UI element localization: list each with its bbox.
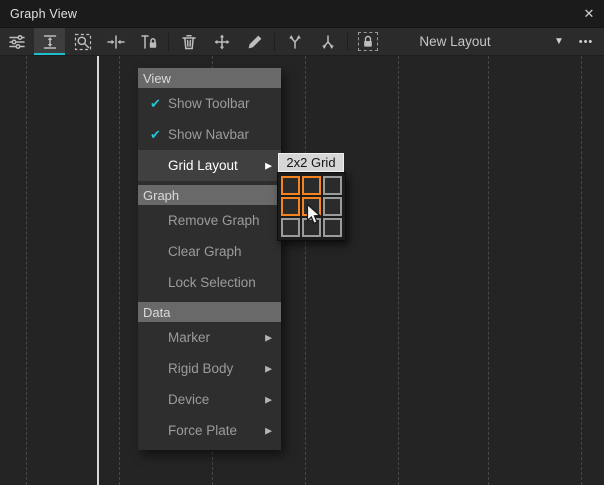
- menu-item-label: Lock Selection: [168, 275, 256, 290]
- toolbar-separator: [168, 33, 169, 51]
- dashed-gridline: [488, 56, 489, 485]
- menu-item-label: Force Plate: [168, 423, 237, 438]
- time-axis-line: [97, 56, 99, 485]
- grid-cell-1x2[interactable]: [302, 176, 321, 195]
- menu-item-force-plate[interactable]: Force Plate ▶: [138, 415, 281, 446]
- window-title: Graph View: [0, 7, 77, 21]
- check-icon: ✔: [150, 96, 161, 112]
- menu-item-show-navbar[interactable]: ✔ Show Navbar: [138, 119, 281, 150]
- menu-item-marker[interactable]: Marker ▶: [138, 322, 281, 353]
- menu-item-show-toolbar[interactable]: ✔ Show Toolbar: [138, 88, 281, 119]
- dashed-gridline: [305, 56, 306, 485]
- menu-item-remove-graph[interactable]: Remove Graph: [138, 205, 281, 236]
- sliders-icon[interactable]: [1, 28, 32, 55]
- menu-item-label: Show Toolbar: [168, 96, 250, 111]
- fit-width-icon[interactable]: [100, 28, 131, 55]
- grid-cell-2x1[interactable]: [281, 197, 300, 216]
- submenu-arrow-icon: ▶: [265, 160, 272, 171]
- fit-height-icon[interactable]: [34, 28, 65, 55]
- trash-icon[interactable]: [173, 28, 204, 55]
- zoom-selection-icon[interactable]: [67, 28, 98, 55]
- submenu-arrow-icon: ▶: [265, 425, 272, 436]
- menu-section-header-data: Data: [138, 302, 281, 322]
- menu-item-lock-selection[interactable]: Lock Selection: [138, 267, 281, 298]
- menu-item-label: Show Navbar: [168, 127, 249, 142]
- submenu-arrow-icon: ▶: [265, 332, 272, 343]
- grid-cell-2x3[interactable]: [323, 197, 342, 216]
- menu-item-label: Device: [168, 392, 209, 407]
- dashed-gridline: [119, 56, 120, 485]
- graph-view-window: Graph View ✕: [0, 0, 604, 485]
- menu-item-label: Rigid Body: [168, 361, 233, 376]
- grid-cell-3x1[interactable]: [281, 218, 300, 237]
- title-bar: Graph View ✕: [0, 0, 604, 28]
- graph-canvas[interactable]: [0, 56, 604, 485]
- grid-size-tooltip: 2x2 Grid: [278, 153, 344, 172]
- dashed-gridline: [26, 56, 27, 485]
- dashed-gridline: [398, 56, 399, 485]
- pin-lock-icon[interactable]: [133, 28, 164, 55]
- merge-icon[interactable]: [279, 28, 310, 55]
- mouse-cursor: [306, 203, 323, 231]
- menu-item-label: Grid Layout: [168, 158, 238, 173]
- layout-dropdown-value: New Layout: [419, 34, 490, 49]
- pencil-icon[interactable]: [239, 28, 270, 55]
- graph-toolbar: New Layout ▼ •••: [0, 28, 604, 56]
- toolbar-separator: [347, 33, 348, 51]
- layout-dropdown[interactable]: New Layout: [375, 28, 535, 55]
- menu-item-label: Clear Graph: [168, 244, 242, 259]
- check-icon: ✔: [150, 127, 161, 143]
- menu-section-header-view: View: [138, 68, 281, 88]
- grid-cell-3x3[interactable]: [323, 218, 342, 237]
- menu-item-device[interactable]: Device ▶: [138, 384, 281, 415]
- submenu-arrow-icon: ▶: [265, 394, 272, 405]
- toolbar-separator: [274, 33, 275, 51]
- menu-item-clear-graph[interactable]: Clear Graph: [138, 236, 281, 267]
- menu-item-rigid-body[interactable]: Rigid Body ▶: [138, 353, 281, 384]
- menu-section-header-graph: Graph: [138, 185, 281, 205]
- move-icon[interactable]: [206, 28, 237, 55]
- submenu-arrow-icon: ▶: [265, 363, 272, 374]
- grid-cell-1x3[interactable]: [323, 176, 342, 195]
- more-options-button[interactable]: •••: [572, 28, 600, 55]
- dashed-gridline: [581, 56, 582, 485]
- chevron-down-icon[interactable]: ▼: [549, 28, 569, 55]
- split-icon[interactable]: [312, 28, 343, 55]
- menu-item-label: Remove Graph: [168, 213, 260, 228]
- context-menu: View ✔ Show Toolbar ✔ Show Navbar Grid L…: [138, 68, 281, 450]
- grid-cell-1x1[interactable]: [281, 176, 300, 195]
- close-icon[interactable]: ✕: [574, 0, 604, 28]
- menu-item-label: Marker: [168, 330, 210, 345]
- menu-item-grid-layout[interactable]: Grid Layout ▶: [138, 150, 281, 181]
